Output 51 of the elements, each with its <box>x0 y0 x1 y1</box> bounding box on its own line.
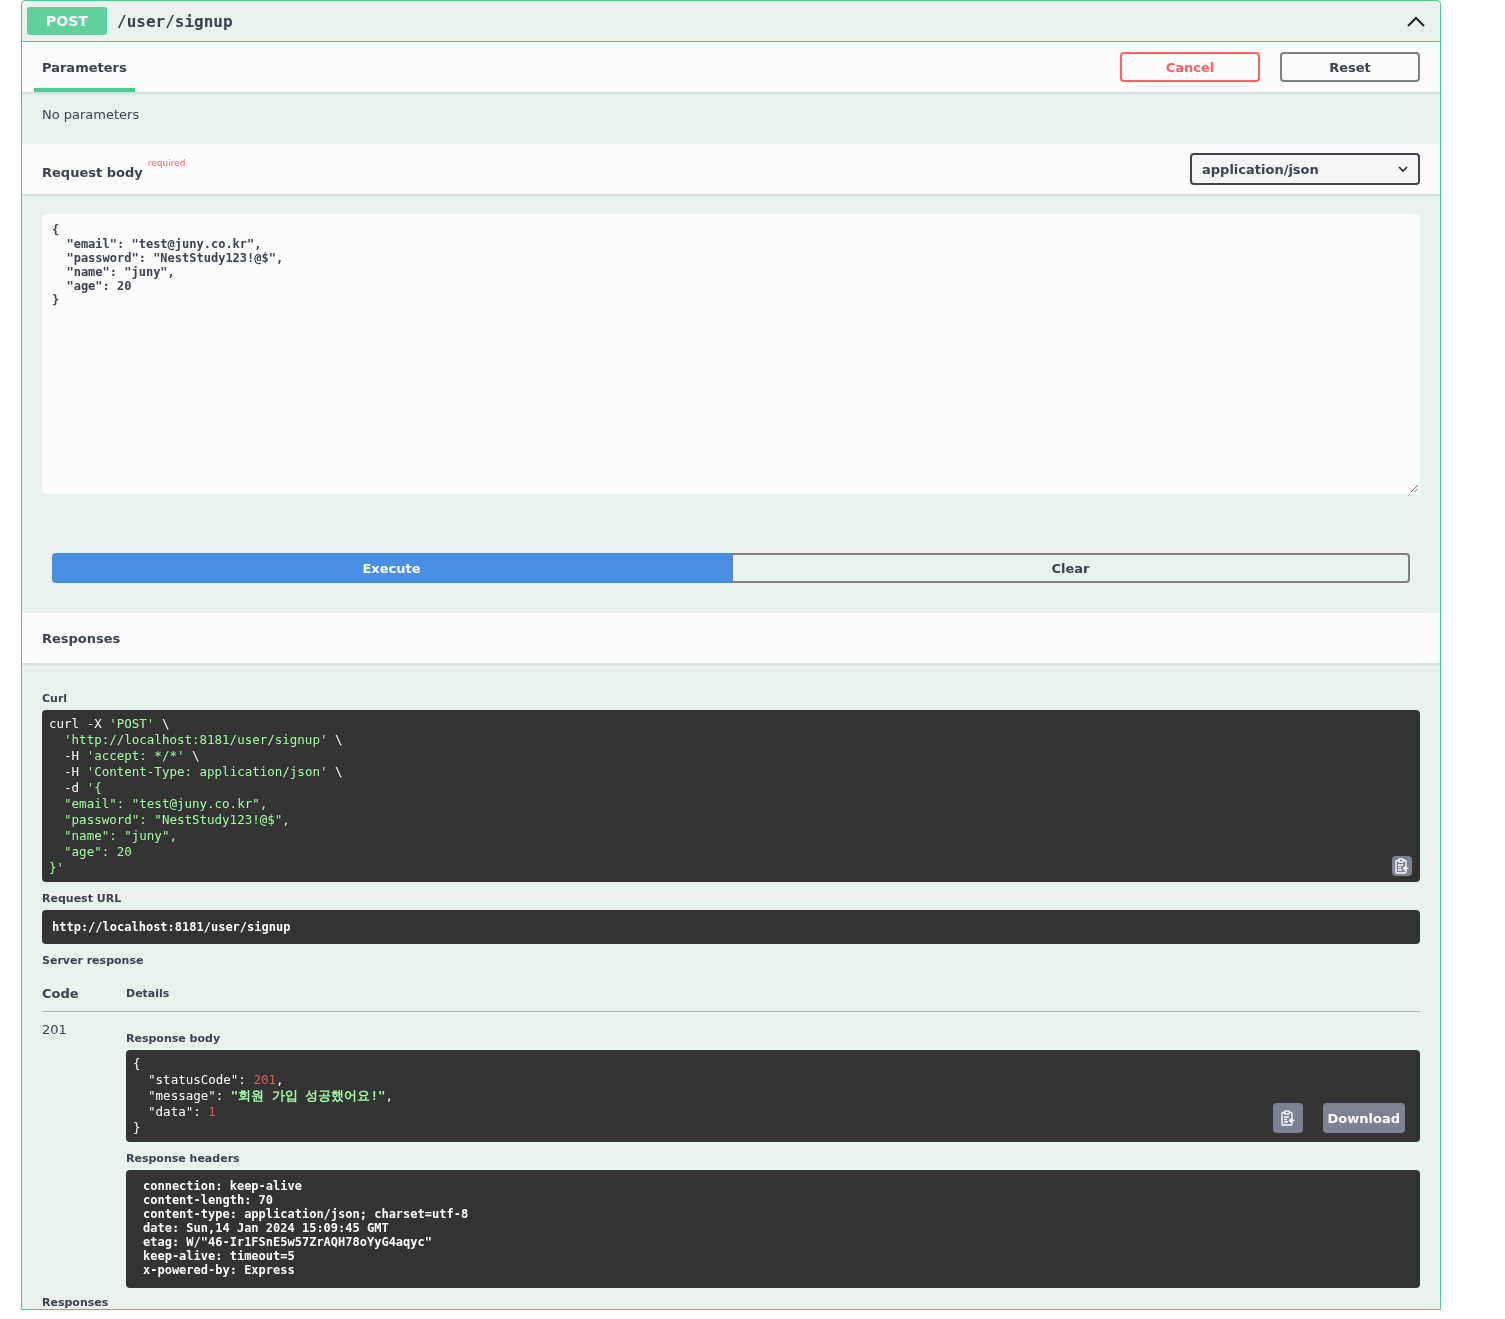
code-line: "email": "test@juny.co.kr", <box>63 796 268 812</box>
response-body-label: Response body <box>126 1032 221 1045</box>
chevron-icon[interactable] <box>1407 15 1425 27</box>
section-title: Responses <box>22 613 1440 664</box>
status-code: 201 <box>42 1022 68 1039</box>
code-line: content-type: application/json; charset=utf-8 <box>143 1207 469 1221</box>
copy-icon <box>1280 1110 1295 1126</box>
code-line: etag: W/"46-Ir1FSnE5w57ZrAQH78oYyG4aqyc" <box>143 1235 432 1249</box>
code-line: date: Sun,14 Jan 2024 15:09:45 GMT <box>143 1221 389 1235</box>
request-url-label: Request URL <box>42 892 122 905</box>
resize-handle-icon[interactable] <box>1411 485 1418 492</box>
clear-button[interactable]: Clear <box>731 553 1410 583</box>
code-line: x-powered-by: Express <box>143 1263 295 1277</box>
copy-button[interactable] <box>1272 1103 1303 1133</box>
code-line: { <box>133 1056 141 1072</box>
response-headers-label: Response headers <box>126 1152 240 1165</box>
content-type-select[interactable]: application/json <box>1190 153 1420 185</box>
code-line: "message": "회원 가입 성공했어요!", <box>147 1088 393 1104</box>
request-body-field[interactable]: { "email": "test@juny.co.kr", "password": "NestStudy123!@$", "name": "juny", "age": 20 } <box>42 214 1420 494</box>
column-header: Code <box>42 986 80 1001</box>
chevron-icon <box>1398 166 1408 172</box>
code-line: "age": 20 <box>63 844 132 860</box>
code-line: keep-alive: timeout=5 <box>143 1249 295 1263</box>
server-response-label: Server response <box>42 954 144 967</box>
code-line: -H 'accept: */*' \ <box>63 748 200 764</box>
code-line: content-length: 70 <box>143 1193 274 1207</box>
code-line: "name": "juny", <box>63 828 177 844</box>
curl-label: Curl <box>42 692 68 705</box>
code-line: } <box>133 1120 141 1136</box>
empty-parameters-note: No parameters <box>41 106 141 124</box>
column-header: Details <box>126 987 170 1000</box>
endpoint-path: /user/signup <box>117 11 234 31</box>
code-line: "statusCode": 201, <box>147 1072 284 1088</box>
code-line: 'http://localhost:8181/user/signup' \ <box>63 732 343 748</box>
method-badge: POST <box>27 7 107 35</box>
required-label: required <box>147 158 186 168</box>
copy-button[interactable] <box>1392 856 1412 876</box>
section-title: Request body <box>42 163 143 180</box>
copy-icon <box>1395 858 1409 874</box>
code-line: }' <box>49 860 65 876</box>
section-title: Responses <box>42 1296 110 1309</box>
download-button[interactable]: Download <box>1322 1103 1405 1133</box>
code-line: http://localhost:8181/user/signup <box>52 919 291 935</box>
tab[interactable]: Parameters <box>34 42 135 92</box>
code-line: "data": 1 <box>147 1104 216 1120</box>
reset-button[interactable]: Reset <box>1280 52 1420 82</box>
code-line: curl -X 'POST' \ <box>49 716 170 732</box>
code-line: "password": "NestStudy123!@$", <box>63 812 290 828</box>
code-line: connection: keep-alive <box>143 1179 302 1193</box>
code-line: -H 'Content-Type: application/json' \ <box>63 764 343 780</box>
code-line: -d '{ <box>63 780 102 796</box>
